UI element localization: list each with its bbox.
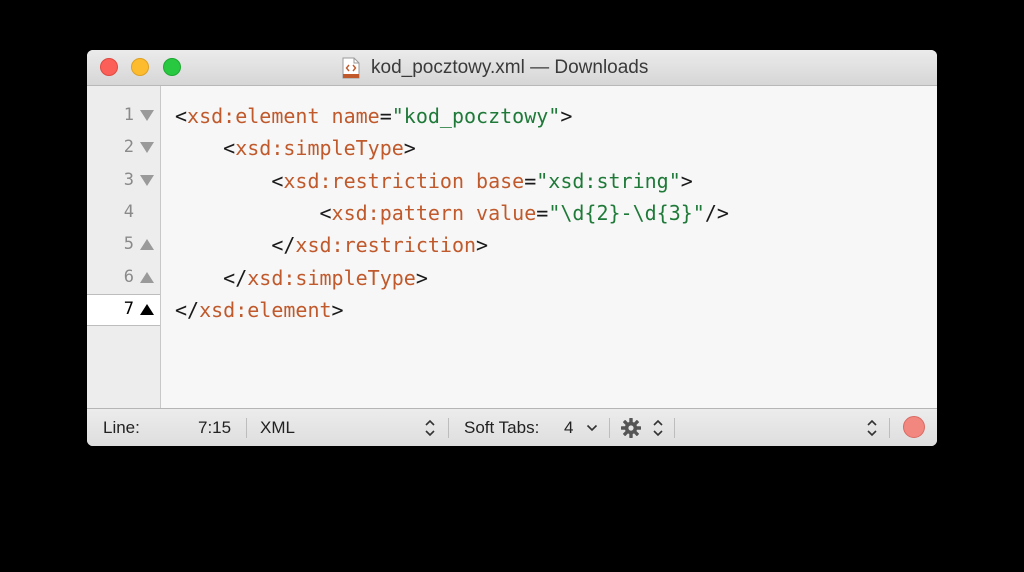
- line-number: 5: [123, 234, 134, 254]
- status-bar: Line: 7:15 XML Soft Tabs: 4: [87, 408, 937, 446]
- soft-tabs-label[interactable]: Soft Tabs:: [464, 409, 539, 446]
- line-number: 3: [123, 170, 134, 190]
- settings-updown-chevron-icon[interactable]: [652, 418, 664, 438]
- editor-window: kod_pocztowy.xml — Downloads 1 2 3 4 5 6…: [87, 50, 937, 446]
- code-line: <xsd:simpleType>: [223, 136, 416, 160]
- code-line: <xsd:element name="kod_pocztowy">: [175, 104, 573, 128]
- minimize-button[interactable]: [131, 58, 149, 76]
- gutter-row[interactable]: 2: [87, 132, 160, 164]
- gutter-row[interactable]: 1: [87, 100, 160, 132]
- divider: [674, 418, 675, 438]
- soft-tabs-value[interactable]: 4: [564, 409, 573, 446]
- fold-arrow-icon[interactable]: [140, 175, 154, 186]
- line-number-gutter: 1 2 3 4 5 6 7: [87, 86, 161, 408]
- gutter-row[interactable]: 6: [87, 262, 160, 294]
- code-line: <xsd:pattern value="\d{2}-\d{3}"/>: [319, 201, 729, 225]
- fold-arrow-icon[interactable]: [140, 110, 154, 121]
- symbol-updown-chevron-icon[interactable]: [866, 418, 878, 438]
- language-updown-chevron-icon[interactable]: [424, 418, 436, 438]
- line-column-value[interactable]: 7:15: [198, 409, 231, 446]
- zoom-button[interactable]: [163, 58, 181, 76]
- code-line: <xsd:restriction base="xsd:string">: [271, 169, 693, 193]
- gutter-row[interactable]: 5: [87, 229, 160, 261]
- title-bar[interactable]: kod_pocztowy.xml — Downloads: [87, 50, 937, 86]
- divider: [889, 418, 890, 438]
- code-line-current: </xsd:element>: [175, 298, 344, 322]
- fold-arrow-icon[interactable]: [140, 239, 154, 250]
- line-number: 2: [123, 137, 134, 157]
- gutter-row-current[interactable]: 7: [87, 294, 160, 326]
- chevron-down-icon[interactable]: [586, 424, 598, 432]
- code-editor[interactable]: <xsd:element name="kod_pocztowy"> <xsd:s…: [161, 86, 937, 408]
- fold-arrow-icon[interactable]: [140, 142, 154, 153]
- window-title: kod_pocztowy.xml — Downloads: [342, 57, 648, 79]
- line-number: 6: [123, 267, 134, 287]
- window-title-text: kod_pocztowy.xml — Downloads: [371, 57, 649, 78]
- fold-arrow-icon[interactable]: [140, 272, 154, 283]
- gear-icon[interactable]: [620, 417, 642, 439]
- close-button[interactable]: [100, 58, 118, 76]
- divider: [246, 418, 247, 438]
- line-number: 4: [123, 202, 134, 222]
- language-selector[interactable]: XML: [260, 409, 295, 446]
- line-number: 7: [123, 299, 134, 319]
- divider: [448, 418, 449, 438]
- code-line: </xsd:restriction>: [271, 233, 489, 257]
- divider: [609, 418, 610, 438]
- record-macro-icon[interactable]: [903, 416, 925, 438]
- code-line: </xsd:simpleType>: [223, 266, 428, 290]
- file-xml-icon: [342, 57, 360, 79]
- gutter-row[interactable]: 3: [87, 165, 160, 197]
- gutter-row[interactable]: 4: [87, 197, 160, 229]
- line-number: 1: [123, 105, 134, 125]
- line-label: Line:: [103, 418, 140, 437]
- fold-arrow-icon[interactable]: [140, 304, 154, 315]
